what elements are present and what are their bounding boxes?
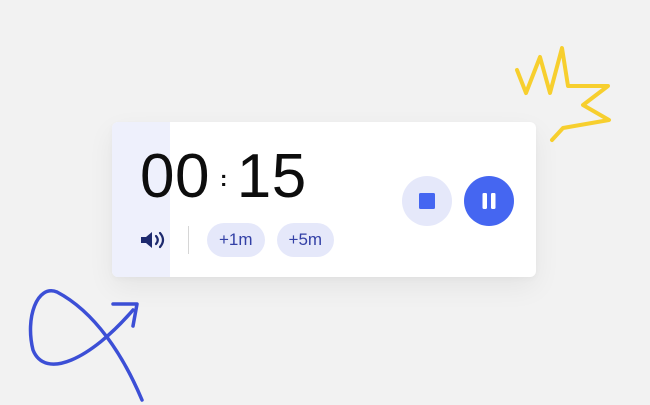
time-separator: : — [219, 166, 228, 191]
add-five-minutes-button[interactable]: +5m — [276, 223, 335, 257]
pause-icon — [482, 193, 496, 209]
blue-loop-arrow-decoration — [28, 289, 144, 402]
controls-divider — [188, 226, 189, 254]
add-one-minute-button[interactable]: +1m — [207, 223, 265, 257]
pause-button[interactable] — [464, 176, 514, 226]
speaker-volume-icon[interactable] — [139, 228, 171, 252]
timer-controls-row: +1m +5m — [139, 222, 346, 258]
timer-card: 00 : 15 +1m +5m — [112, 122, 536, 277]
time-display: 00 : 15 — [140, 142, 307, 212]
seconds-value: 15 — [236, 142, 307, 211]
minutes-value: 00 — [140, 142, 210, 211]
stop-button[interactable] — [402, 176, 452, 226]
stop-icon — [419, 193, 435, 209]
